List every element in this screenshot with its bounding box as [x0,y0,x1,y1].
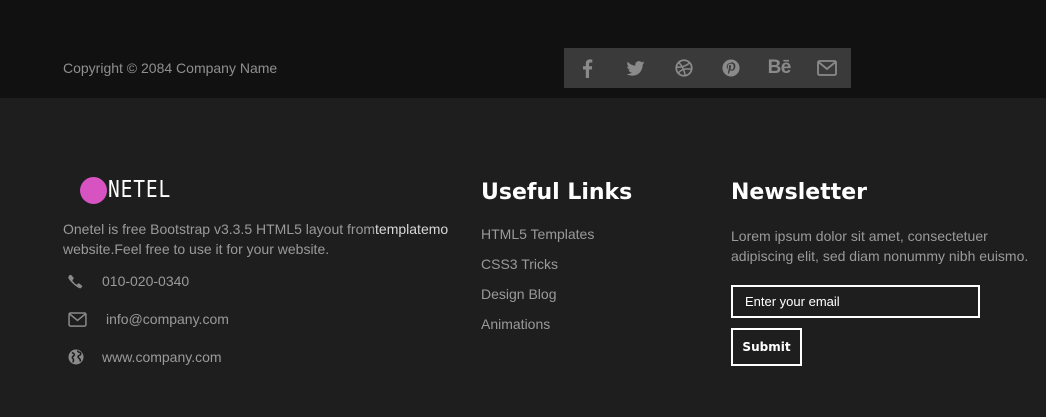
contact-email: info@company.com [68,311,229,327]
dribbble-icon [674,59,693,77]
facebook-link[interactable] [564,48,612,88]
facebook-icon [583,58,593,78]
templatemo-link[interactable]: templatemo [375,221,448,237]
logo-text: NETEL [108,177,172,203]
newsletter-email-input[interactable] [731,285,980,318]
about-text: Onetel is free Bootstrap v3.3.5 HTML5 la… [63,219,463,259]
contact-website: www.company.com [68,349,222,365]
twitter-link[interactable] [612,48,660,88]
copyright-text: Copyright © 2084 Company Name [63,60,278,76]
pinterest-icon [722,59,740,77]
useful-links-title: Useful Links [481,180,633,205]
email-link[interactable] [803,48,851,88]
twitter-icon [626,60,645,76]
social-links: Bē [564,48,851,88]
email-address: info@company.com [106,311,229,327]
phone-icon [68,274,102,289]
phone-number: 010-020-0340 [102,273,190,289]
globe-icon [68,349,102,365]
behance-icon: Bē [767,57,792,78]
newsletter-description: Lorem ipsum dolor sit amet, consectetuer… [731,228,1029,264]
footer-top-bar: Copyright © 2084 Company Name Bē [0,0,1046,98]
dribbble-link[interactable] [660,48,708,88]
link-css3-tricks[interactable]: CSS3 Tricks [481,256,594,286]
newsletter-title: Newsletter [731,180,868,205]
contact-phone: 010-020-0340 [68,273,189,289]
link-animations[interactable]: Animations [481,316,594,346]
link-design-blog[interactable]: Design Blog [481,286,594,316]
about-suffix: website.Feel free to use it for your web… [63,241,330,257]
brand-logo[interactable]: NETEL [80,176,182,204]
pinterest-link[interactable] [707,48,755,88]
about-prefix: Onetel is free Bootstrap v3.3.5 HTML5 la… [63,221,376,237]
link-html5-templates[interactable]: HTML5 Templates [481,226,594,256]
newsletter-submit-button[interactable]: Submit [731,328,802,366]
behance-link[interactable]: Bē [755,48,803,88]
envelope-icon [817,60,837,76]
envelope-outline-icon [68,311,106,327]
logo-dot [80,176,107,204]
useful-links-list: HTML5 Templates CSS3 Tricks Design Blog … [481,226,594,346]
website-url: www.company.com [102,349,222,365]
